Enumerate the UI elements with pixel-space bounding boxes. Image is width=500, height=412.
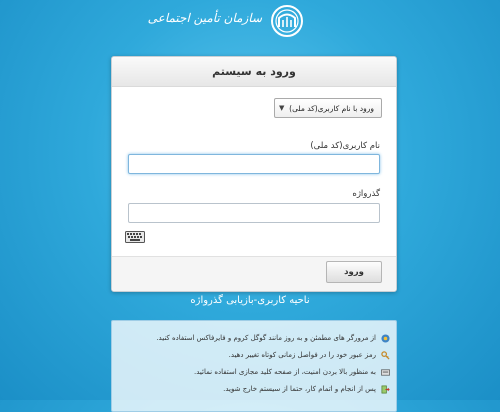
virtual-keyboard-icon[interactable] [125, 231, 145, 243]
brand-name: سازمان تأمین اجتماعی [147, 11, 262, 25]
login-button[interactable]: ورود [326, 261, 382, 283]
password-change-icon [381, 350, 390, 360]
exit-icon [381, 385, 390, 393]
account-recovery-link[interactable]: ناحیه کاربری-بازیابی گذرواژه [0, 295, 500, 306]
login-page: سازمان تأمین اجتماعی ورود به سیستم ورود … [0, 0, 500, 412]
tip-item: رمز عبور خود را در فواصل زمانی کوتاه تغی… [229, 348, 390, 362]
brand-logo: سازمان تأمین اجتماعی [148, 4, 306, 38]
login-type-selected: ورود با نام کاربری(کد ملی) [289, 104, 374, 113]
password-input[interactable] [128, 203, 380, 223]
tip-item: از مرورگر های مطمئن و به روز مانند گوگل … [156, 331, 390, 345]
tip-item: پس از انجام و اتمام کار، حتما از سیستم خ… [223, 382, 390, 396]
login-title: ورود به سیستم [112, 57, 396, 87]
tip-item: به منظور بالا بردن امنیت، از صفحه کلید م… [194, 365, 390, 379]
social-security-emblem-icon [271, 5, 303, 37]
chevron-down-icon: ▼ [279, 104, 285, 112]
keyboard-icon [381, 368, 390, 376]
username-input[interactable] [128, 154, 380, 174]
security-tips-panel: از مرورگر های مطمئن و به روز مانند گوگل … [111, 320, 397, 412]
browser-icon [381, 333, 390, 343]
login-type-select[interactable]: ورود با نام کاربری(کد ملی) ▼ [274, 98, 382, 118]
password-label: گذرواژه [352, 189, 380, 199]
login-card: ورود به سیستم ورود با نام کاربری(کد ملی)… [111, 56, 397, 292]
login-card-footer: ورود [112, 256, 396, 291]
username-label: نام کاربری(کد ملی) [310, 141, 380, 151]
